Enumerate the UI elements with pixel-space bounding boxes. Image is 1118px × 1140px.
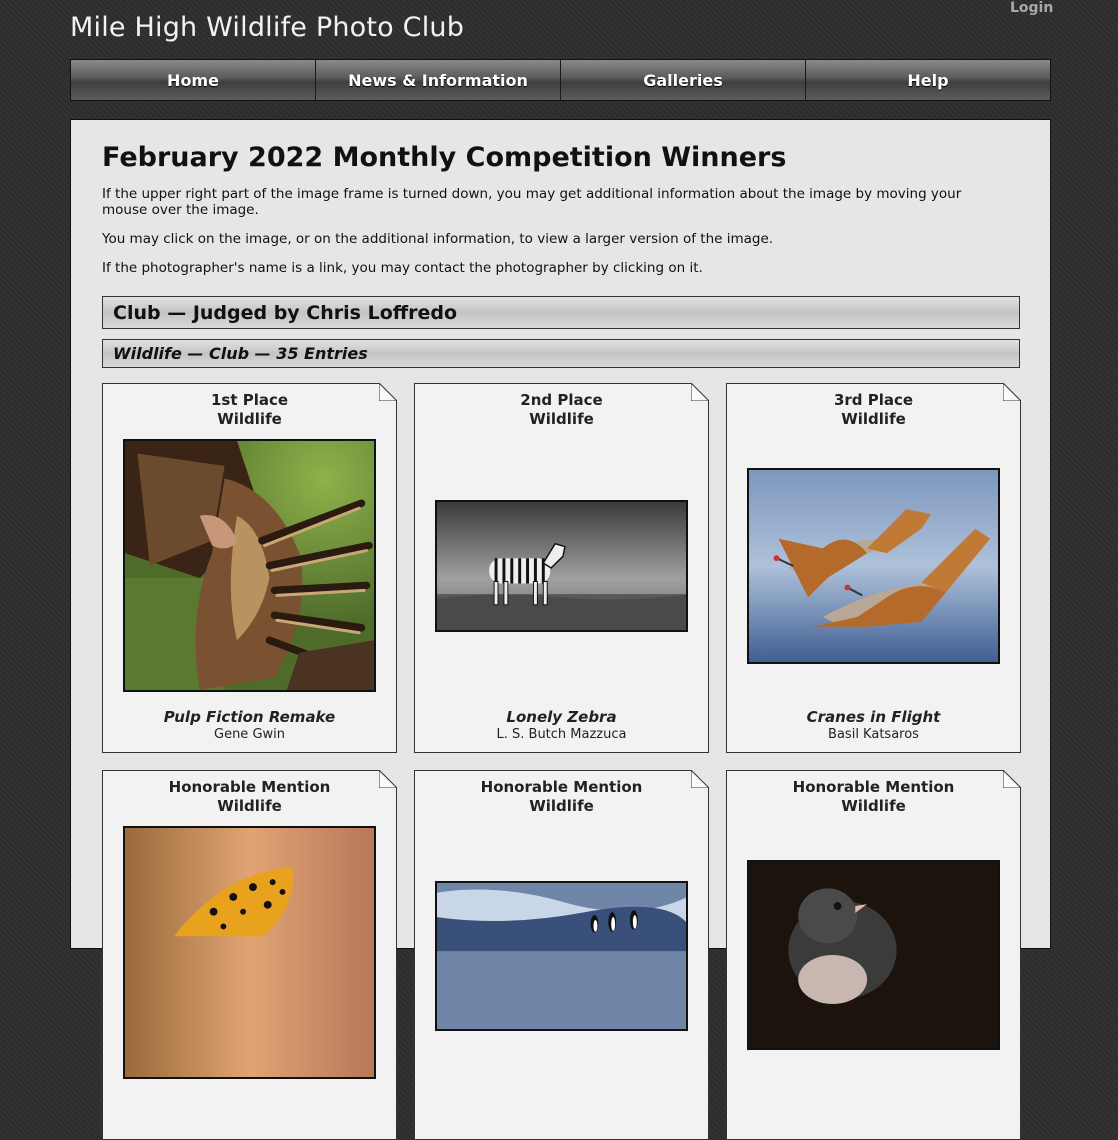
nav-home[interactable]: Home (71, 60, 316, 100)
entry-title[interactable]: Pulp Fiction Remake (103, 708, 396, 726)
entry-card-3rd-place[interactable]: 3rd Place Wildlife Cranes in Flight Basi… (726, 383, 1021, 753)
entry-photo[interactable] (747, 860, 1000, 1050)
category-heading: Wildlife — Club — 35 Entries (102, 339, 1020, 368)
main-nav: Home News & Information Galleries Help (70, 59, 1051, 101)
entry-photographer: L. S. Butch Mazzuca (496, 727, 627, 742)
entry-place: Honorable Mention Wildlife (480, 778, 643, 815)
nav-news-information[interactable]: News & Information (316, 60, 561, 100)
entry-place: 3rd Place Wildlife (833, 391, 914, 428)
entry-place: Honorable Mention Wildlife (792, 778, 955, 815)
entry-place: 1st Place Wildlife (210, 391, 289, 428)
nav-help[interactable]: Help (806, 60, 1050, 100)
entry-card-honorable-mention[interactable]: Honorable Mention Wildlife (102, 770, 397, 1140)
entry-place: Honorable Mention Wildlife (168, 778, 331, 815)
nav-galleries[interactable]: Galleries (561, 60, 806, 100)
entry-photographer: Basil Katsaros (828, 727, 919, 742)
page-title: February 2022 Monthly Competition Winner… (102, 142, 787, 173)
entry-title[interactable]: Lonely Zebra (415, 708, 708, 726)
entry-card-honorable-mention[interactable]: Honorable Mention Wildlife (414, 770, 709, 1140)
entry-title[interactable]: Cranes in Flight (727, 708, 1020, 726)
info-paragraph-hover: If the upper right part of the image fra… (102, 186, 962, 218)
login-link[interactable]: Login (1010, 0, 1053, 16)
content-panel: February 2022 Monthly Competition Winner… (70, 119, 1051, 1140)
entry-place: 2nd Place Wildlife (520, 391, 603, 428)
entry-photo[interactable] (123, 439, 376, 692)
entry-photo[interactable] (747, 468, 1000, 664)
site-title: Mile High Wildlife Photo Club (70, 12, 465, 43)
entry-photographer: Gene Gwin (214, 727, 285, 742)
entry-photo[interactable] (435, 500, 688, 632)
entry-photo[interactable] (435, 881, 688, 1031)
info-paragraph-click: You may click on the image, or on the ad… (102, 231, 774, 247)
entry-card-honorable-mention[interactable]: Honorable Mention Wildlife (726, 770, 1021, 1140)
entry-photo[interactable] (123, 826, 376, 1079)
section-heading: Club — Judged by Chris Loffredo (102, 296, 1020, 329)
info-paragraph-contact: If the photographer's name is a link, yo… (102, 260, 703, 276)
entry-card-1st-place[interactable]: 1st Place Wildlife Pulp Fiction Remake G… (102, 383, 397, 753)
entry-card-2nd-place[interactable]: 2nd Place Wildlife Lonely Zebra L. S. Bu… (414, 383, 709, 753)
